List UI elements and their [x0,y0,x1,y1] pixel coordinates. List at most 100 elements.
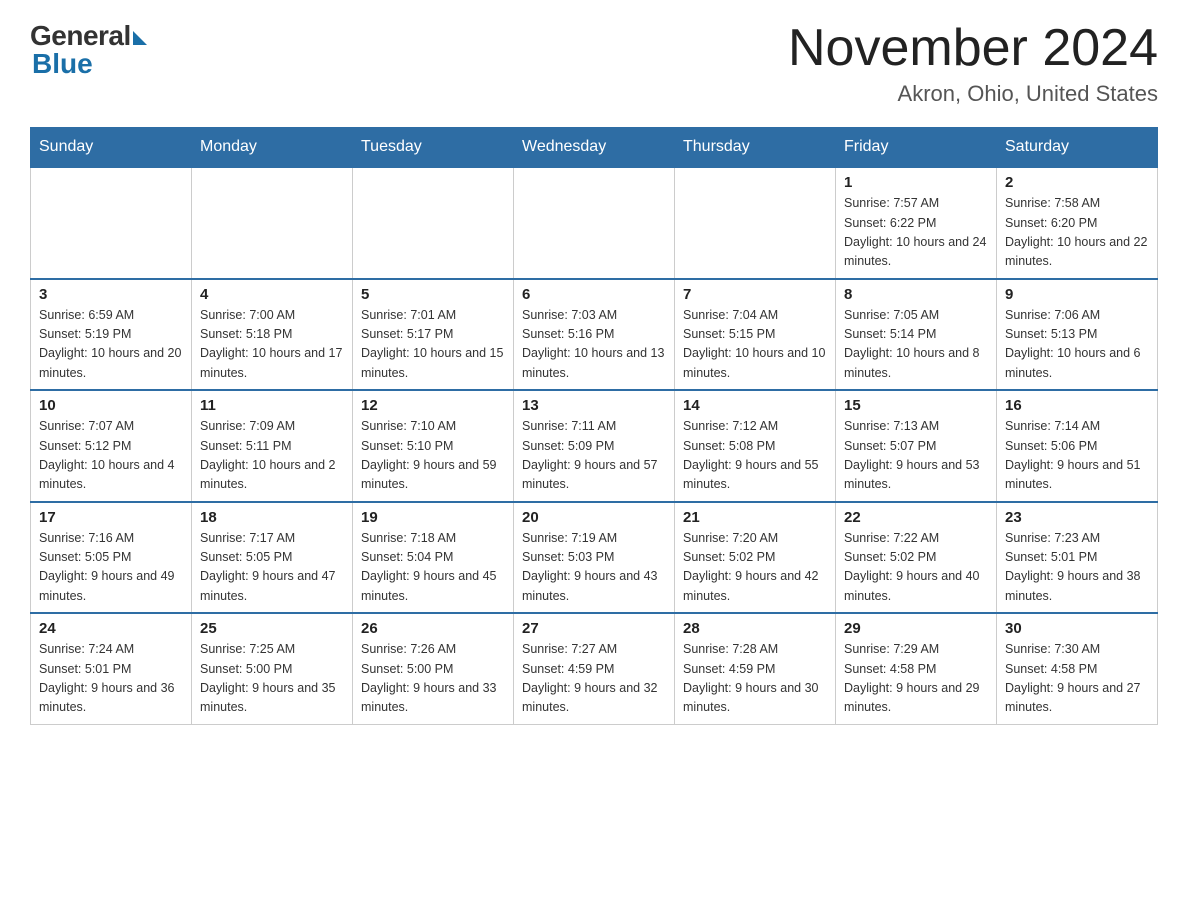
title-section: November 2024 Akron, Ohio, United States [788,20,1158,107]
day-number: 13 [522,397,666,414]
day-info: Sunrise: 7:58 AMSunset: 6:20 PMDaylight:… [1005,194,1149,272]
calendar-week-row: 24 Sunrise: 7:24 AMSunset: 5:01 PMDayligh… [31,613,1158,724]
calendar-week-row: 17 Sunrise: 7:16 AMSunset: 5:05 PMDayligh… [31,502,1158,614]
day-info: Sunrise: 7:13 AMSunset: 5:07 PMDaylight:… [844,417,988,495]
day-number: 20 [522,509,666,526]
day-info: Sunrise: 7:24 AMSunset: 5:01 PMDaylight:… [39,640,183,718]
day-header-sunday: Sunday [31,128,192,168]
calendar-week-row: 10Sunrise: 7:07 AMSunset: 5:12 PMDayligh… [31,390,1158,502]
calendar-cell: 30 Sunrise: 7:30 AMSunset: 4:58 PMDayligh… [997,613,1158,724]
day-info: Sunrise: 7:17 AMSunset: 5:05 PMDaylight:… [200,529,344,607]
calendar-cell: 1 Sunrise: 7:57 AMSunset: 6:22 PMDaylight… [836,167,997,279]
day-number: 30 [1005,620,1149,637]
calendar-cell: 23 Sunrise: 7:23 AMSunset: 5:01 PMDayligh… [997,502,1158,614]
day-info: Sunrise: 7:19 AMSunset: 5:03 PMDaylight:… [522,529,666,607]
calendar-cell [31,167,192,279]
day-info: Sunrise: 7:20 AMSunset: 5:02 PMDaylight:… [683,529,827,607]
calendar-cell: 17 Sunrise: 7:16 AMSunset: 5:05 PMDayligh… [31,502,192,614]
calendar-cell: 10Sunrise: 7:07 AMSunset: 5:12 PMDayligh… [31,390,192,502]
day-number: 27 [522,620,666,637]
calendar-cell: 28Sunrise: 7:28 AMSunset: 4:59 PMDayligh… [675,613,836,724]
day-number: 6 [522,286,666,303]
calendar-cell: 13 Sunrise: 7:11 AMSunset: 5:09 PMDayligh… [514,390,675,502]
page-header: General Blue November 2024 Akron, Ohio, … [30,20,1158,107]
day-number: 19 [361,509,505,526]
day-header-tuesday: Tuesday [353,128,514,168]
day-number: 1 [844,174,988,191]
calendar-header-row: SundayMondayTuesdayWednesdayThursdayFrid… [31,128,1158,168]
calendar-cell [353,167,514,279]
day-header-friday: Friday [836,128,997,168]
day-info: Sunrise: 7:16 AMSunset: 5:05 PMDaylight:… [39,529,183,607]
day-info: Sunrise: 7:22 AMSunset: 5:02 PMDaylight:… [844,529,988,607]
day-info: Sunrise: 7:23 AMSunset: 5:01 PMDaylight:… [1005,529,1149,607]
day-info: Sunrise: 7:27 AMSunset: 4:59 PMDaylight:… [522,640,666,718]
day-number: 29 [844,620,988,637]
calendar-cell: 29 Sunrise: 7:29 AMSunset: 4:58 PMDayligh… [836,613,997,724]
calendar-cell: 19Sunrise: 7:18 AMSunset: 5:04 PMDayligh… [353,502,514,614]
day-info: Sunrise: 7:01 AMSunset: 5:17 PMDaylight:… [361,306,505,384]
calendar-cell: 12Sunrise: 7:10 AMSunset: 5:10 PMDayligh… [353,390,514,502]
day-number: 11 [200,397,344,414]
calendar-cell: 6 Sunrise: 7:03 AMSunset: 5:16 PMDaylight… [514,279,675,391]
day-number: 8 [844,286,988,303]
day-info: Sunrise: 7:30 AMSunset: 4:58 PMDaylight:… [1005,640,1149,718]
day-info: Sunrise: 7:00 AMSunset: 5:18 PMDaylight:… [200,306,344,384]
day-info: Sunrise: 7:57 AMSunset: 6:22 PMDaylight:… [844,194,988,272]
day-info: Sunrise: 7:14 AMSunset: 5:06 PMDaylight:… [1005,417,1149,495]
calendar-cell: 26Sunrise: 7:26 AMSunset: 5:00 PMDayligh… [353,613,514,724]
logo-blue-text: Blue [32,48,93,80]
calendar-cell: 14 Sunrise: 7:12 AMSunset: 5:08 PMDayligh… [675,390,836,502]
calendar-cell: 21Sunrise: 7:20 AMSunset: 5:02 PMDayligh… [675,502,836,614]
day-number: 7 [683,286,827,303]
day-header-monday: Monday [192,128,353,168]
calendar-cell: 27 Sunrise: 7:27 AMSunset: 4:59 PMDayligh… [514,613,675,724]
calendar-cell: 18 Sunrise: 7:17 AMSunset: 5:05 PMDayligh… [192,502,353,614]
day-number: 25 [200,620,344,637]
day-info: Sunrise: 7:25 AMSunset: 5:00 PMDaylight:… [200,640,344,718]
day-number: 17 [39,509,183,526]
day-info: Sunrise: 7:04 AMSunset: 5:15 PMDaylight:… [683,306,827,384]
day-number: 15 [844,397,988,414]
calendar-cell [192,167,353,279]
calendar-cell: 25 Sunrise: 7:25 AMSunset: 5:00 PMDayligh… [192,613,353,724]
day-header-saturday: Saturday [997,128,1158,168]
day-number: 18 [200,509,344,526]
day-info: Sunrise: 6:59 AMSunset: 5:19 PMDaylight:… [39,306,183,384]
day-info: Sunrise: 7:28 AMSunset: 4:59 PMDaylight:… [683,640,827,718]
day-number: 24 [39,620,183,637]
day-info: Sunrise: 7:06 AMSunset: 5:13 PMDaylight:… [1005,306,1149,384]
day-number: 3 [39,286,183,303]
day-number: 22 [844,509,988,526]
logo: General Blue [30,20,147,80]
day-header-thursday: Thursday [675,128,836,168]
calendar-cell [675,167,836,279]
day-number: 2 [1005,174,1149,191]
day-number: 23 [1005,509,1149,526]
calendar-cell: 22 Sunrise: 7:22 AMSunset: 5:02 PMDayligh… [836,502,997,614]
logo-arrow-icon [133,31,147,45]
location-subtitle: Akron, Ohio, United States [788,81,1158,107]
day-number: 9 [1005,286,1149,303]
day-info: Sunrise: 7:29 AMSunset: 4:58 PMDaylight:… [844,640,988,718]
calendar-cell: 9 Sunrise: 7:06 AMSunset: 5:13 PMDaylight… [997,279,1158,391]
calendar-cell: 8Sunrise: 7:05 AMSunset: 5:14 PMDaylight… [836,279,997,391]
day-info: Sunrise: 7:11 AMSunset: 5:09 PMDaylight:… [522,417,666,495]
calendar-cell: 5 Sunrise: 7:01 AMSunset: 5:17 PMDaylight… [353,279,514,391]
day-number: 14 [683,397,827,414]
calendar-cell [514,167,675,279]
calendar-cell: 3 Sunrise: 6:59 AMSunset: 5:19 PMDaylight… [31,279,192,391]
day-number: 5 [361,286,505,303]
calendar-table: SundayMondayTuesdayWednesdayThursdayFrid… [30,127,1158,725]
day-info: Sunrise: 7:10 AMSunset: 5:10 PMDaylight:… [361,417,505,495]
day-info: Sunrise: 7:09 AMSunset: 5:11 PMDaylight:… [200,417,344,495]
calendar-cell: 24 Sunrise: 7:24 AMSunset: 5:01 PMDayligh… [31,613,192,724]
calendar-week-row: 3 Sunrise: 6:59 AMSunset: 5:19 PMDaylight… [31,279,1158,391]
day-info: Sunrise: 7:07 AMSunset: 5:12 PMDaylight:… [39,417,183,495]
day-info: Sunrise: 7:12 AMSunset: 5:08 PMDaylight:… [683,417,827,495]
day-info: Sunrise: 7:03 AMSunset: 5:16 PMDaylight:… [522,306,666,384]
calendar-cell: 11 Sunrise: 7:09 AMSunset: 5:11 PMDayligh… [192,390,353,502]
calendar-cell: 16Sunrise: 7:14 AMSunset: 5:06 PMDayligh… [997,390,1158,502]
day-number: 26 [361,620,505,637]
day-number: 4 [200,286,344,303]
